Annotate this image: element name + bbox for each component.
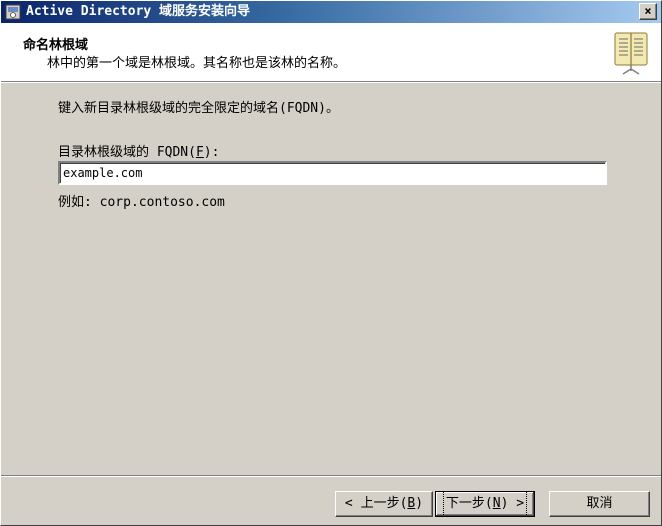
instruction-text: 键入新目录林根级域的完全限定的域名(FQDN)。	[58, 101, 339, 116]
next-focus: 下一步(N) >	[442, 491, 528, 517]
back-button[interactable]: < 上一步(B)	[335, 491, 433, 517]
page-subtitle: 林中的第一个域是林根域。其名称也是该林的名称。	[47, 56, 347, 71]
example-text: 例如: corp.contoso.com	[58, 195, 225, 210]
fqdn-input[interactable]	[58, 161, 607, 185]
next-button[interactable]: 下一步(N) >	[435, 491, 535, 517]
close-button[interactable]: ×	[639, 3, 657, 20]
title-bar[interactable]: Active Directory 域服务安装向导 ×	[1, 1, 661, 23]
window-title: Active Directory 域服务安装向导	[26, 4, 251, 19]
page-title: 命名林根域	[23, 38, 89, 53]
book-icon	[614, 32, 648, 75]
wizard-header: 命名林根域 林中的第一个域是林根域。其名称也是该林的名称。	[1, 23, 661, 82]
cancel-button[interactable]: 取消	[549, 491, 650, 517]
wizard-window: Active Directory 域服务安装向导 × 命名林根域 林中的第一个域…	[0, 0, 662, 526]
ad-setup-icon	[5, 4, 21, 20]
fqdn-label: 目录林根级域的 FQDN(F):	[58, 145, 220, 160]
footer-divider	[1, 475, 661, 477]
